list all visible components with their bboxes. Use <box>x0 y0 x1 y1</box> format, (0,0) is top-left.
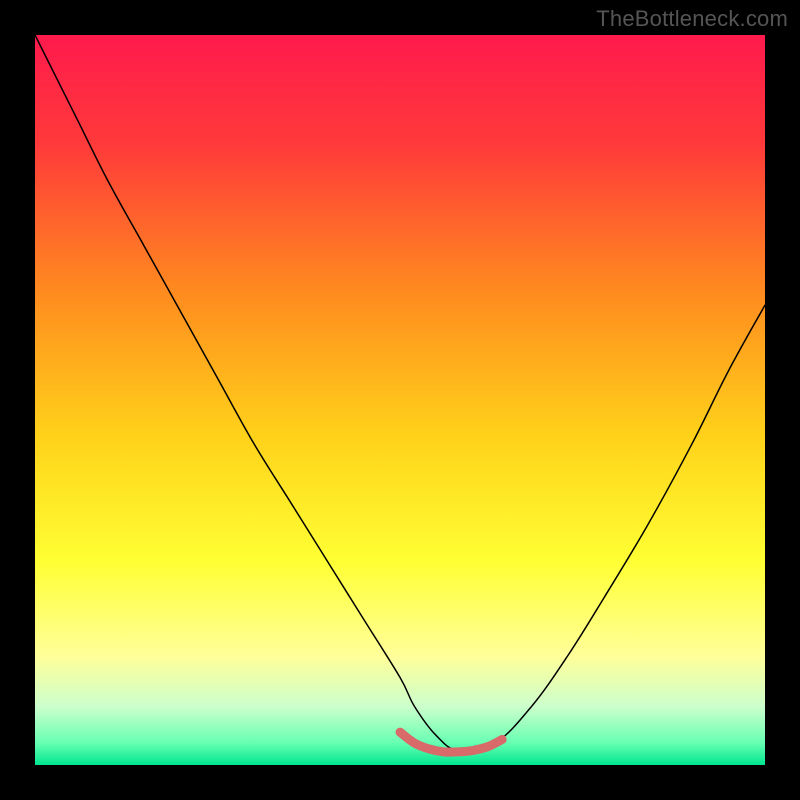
plot-area <box>35 35 765 765</box>
chart-frame: TheBottleneck.com <box>0 0 800 800</box>
bottleneck-curve-black <box>35 35 765 751</box>
trough-highlight-red <box>400 732 502 752</box>
curve-layer <box>35 35 765 765</box>
watermark-text: TheBottleneck.com <box>596 6 788 32</box>
